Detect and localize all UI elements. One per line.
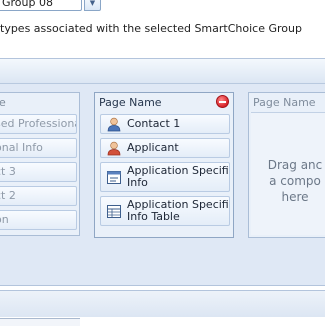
page-item-label: Applicant — [127, 141, 179, 154]
description-text: types associated with the selected Smart… — [0, 22, 302, 35]
form-icon — [107, 171, 121, 184]
remove-page-button[interactable] — [216, 95, 229, 108]
table-icon — [107, 205, 121, 218]
page-item-label: ct 3 — [0, 165, 16, 178]
page-item[interactable]: ct 2 — [0, 186, 77, 206]
label-line: Info Table — [127, 210, 180, 223]
drop-hint-text: Drag anc a compo here — [249, 157, 325, 205]
page-card-right: Page Name Drag anc a compo here — [248, 92, 325, 238]
page-item-applicant[interactable]: Applicant — [100, 138, 230, 158]
drop-zone[interactable]: Drag anc a compo here — [251, 112, 325, 235]
page-card-title: e — [0, 96, 6, 109]
page-item[interactable]: onal Info — [0, 138, 77, 158]
page-item-label: sed Professional — [0, 117, 76, 130]
contact-person-icon — [107, 117, 121, 132]
page-item-application-specific-info-table[interactable]: Application Specific Info Table — [100, 196, 230, 226]
drop-hint-line: here — [281, 190, 309, 204]
page-item-label: Contact 1 — [127, 117, 181, 130]
bottom-panel-header — [0, 290, 325, 317]
page-item[interactable]: sed Professional — [0, 114, 77, 134]
page-item-contact-1[interactable]: Contact 1 — [100, 114, 230, 134]
page-card-title: Page Name — [99, 96, 162, 109]
page-item-application-specific-info[interactable]: Application Specific Info — [100, 162, 230, 192]
page-item-label: ct 2 — [0, 189, 16, 202]
smartchoice-group-select[interactable]: Group 08 — [0, 0, 82, 11]
page-card-center: Page Name Contact 1 Applicant Applicatio… — [94, 92, 234, 238]
page-item-label: onal Info — [0, 141, 43, 154]
dropdown-arrow-icon[interactable]: ▼ — [84, 0, 101, 11]
page-card-left: e sed Professional onal Info ct 3 ct 2 o… — [0, 92, 80, 236]
drop-hint-line: a compo — [269, 174, 321, 188]
page-item[interactable]: on — [0, 210, 77, 230]
label-line: Info — [127, 176, 148, 189]
page-item-label: on — [0, 213, 9, 226]
page-item-label: Application Specific Info — [127, 165, 229, 189]
panel-header-bar — [0, 59, 325, 84]
applicant-person-icon — [107, 141, 121, 156]
drop-hint-line: Drag anc — [267, 158, 323, 172]
page-item-label: Application Specific Info Table — [127, 199, 229, 223]
page-item[interactable]: ct 3 — [0, 162, 77, 182]
page-card-title: Page Name — [253, 96, 316, 109]
